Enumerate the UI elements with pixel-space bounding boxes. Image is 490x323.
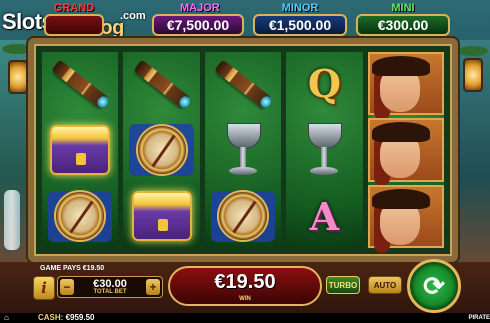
letter-a: A <box>309 193 340 239</box>
bet-decrease-button[interactable]: − <box>60 279 74 295</box>
provider-text: PIRATE <box>468 315 490 321</box>
letter-q-symbol: Q <box>286 52 362 115</box>
reel-4: Q A <box>286 52 363 248</box>
info-button[interactable]: i <box>33 276 55 300</box>
reel-1 <box>42 52 119 248</box>
reel-frame: Q A <box>28 38 458 262</box>
home-icon[interactable]: ⌂ <box>4 313 14 323</box>
total-bet-control: − €30.00 TOTAL BET + <box>57 276 163 298</box>
waterfall <box>4 190 20 250</box>
treasure-chest-symbol <box>42 118 118 181</box>
reel-grid: Q A <box>42 52 445 253</box>
jackpot-grand-value <box>44 14 104 36</box>
treasure-chest-icon <box>50 124 111 175</box>
reel-2 <box>123 52 200 248</box>
goblet-icon <box>304 121 344 179</box>
telescope-icon <box>214 59 272 109</box>
compass-icon <box>217 190 270 243</box>
cash-label: CASH: <box>38 313 64 322</box>
jackpot-mini-label: MINI <box>391 2 415 14</box>
spin-arrows-icon: ⟳ <box>423 270 445 301</box>
jackpot-major-value: €7,500.00 <box>152 14 244 36</box>
compass-symbol <box>123 118 199 181</box>
telescope-symbol <box>42 52 118 115</box>
palm-leaf-right <box>458 46 488 56</box>
win-label: WIN <box>239 296 251 302</box>
treasure-chest-symbol <box>123 185 199 248</box>
win-display: €19.50 WIN <box>168 266 322 306</box>
reel-5 <box>367 52 445 253</box>
game-pays-text: GAME PAYS €19.50 <box>40 265 105 272</box>
telescope-symbol <box>123 52 199 115</box>
goblet-icon <box>223 121 263 179</box>
jackpot-mini: MINI €300.00 <box>356 2 450 38</box>
turbo-button[interactable]: TURBO <box>326 276 360 294</box>
jackpot-grand: GRAND <box>44 2 104 38</box>
compass-symbol <box>42 185 118 248</box>
jackpot-mini-value: €300.00 <box>356 14 450 36</box>
letter-q: Q <box>307 61 341 107</box>
jackpot-grand-label: GRAND <box>53 2 95 14</box>
reel-3 <box>204 52 282 248</box>
jackpot-minor-label: MINOR <box>281 2 319 14</box>
pirate-woman-symbol <box>367 118 445 187</box>
total-bet-label: TOTAL BET <box>93 289 127 295</box>
goblet-symbol <box>286 118 362 181</box>
letter-a-symbol: A <box>286 185 362 248</box>
win-value: €19.50 <box>214 271 276 293</box>
telescope-icon <box>132 59 191 109</box>
bet-increase-button[interactable]: + <box>146 279 160 295</box>
compass-icon <box>135 123 188 176</box>
lantern-right-icon <box>463 58 483 92</box>
telescope-symbol <box>205 52 281 115</box>
cash-value: €959.50 <box>65 313 95 322</box>
jackpot-major: MAJOR €7,500.00 <box>152 2 244 38</box>
jackpot-minor-value: €1,500.00 <box>253 14 347 36</box>
lantern-left-icon <box>8 60 28 94</box>
treasure-chest-icon <box>131 191 192 242</box>
spin-button[interactable]: ⟳ <box>407 259 461 313</box>
jackpot-major-label: MAJOR <box>180 2 220 14</box>
compass-symbol <box>205 185 281 248</box>
pirate-woman-symbol <box>367 184 445 253</box>
pirate-woman-symbol <box>367 52 445 120</box>
goblet-symbol <box>205 118 281 181</box>
auto-button[interactable]: AUTO <box>368 276 402 294</box>
telescope-icon <box>51 59 109 109</box>
jackpot-minor: MINOR €1,500.00 <box>253 2 347 38</box>
cash-display: CASH: €959.50 <box>38 313 95 323</box>
